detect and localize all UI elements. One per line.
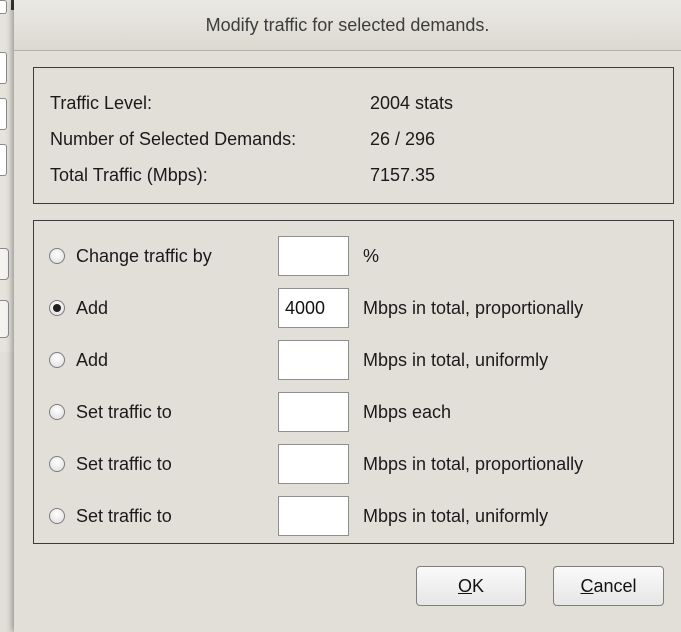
add-proportionally-input[interactable] — [278, 288, 349, 328]
radio-add-proportionally[interactable] — [49, 300, 65, 316]
option-set-traffic-each[interactable]: Set traffic to Mbps each — [34, 392, 675, 432]
selected-demands-value: 26 / 296 — [370, 129, 436, 149]
add-uniformly-input[interactable] — [278, 340, 349, 380]
cancel-label-rest: ancel — [593, 576, 637, 596]
background-text-field[interactable] — [0, 144, 7, 176]
radio-change-traffic-by[interactable] — [49, 248, 65, 264]
option-add-uniformly[interactable]: Add Mbps in total, uniformly — [34, 340, 675, 380]
option-label[interactable]: Set traffic to — [76, 453, 172, 475]
background-text-field[interactable] — [0, 0, 7, 14]
option-label[interactable]: Set traffic to — [76, 505, 172, 527]
change-traffic-percent-input[interactable] — [278, 236, 349, 276]
dialog-title: Modify traffic for selected demands. — [14, 0, 681, 51]
option-label[interactable]: Change traffic by — [76, 245, 212, 267]
set-traffic-proportionally-input[interactable] — [278, 444, 349, 484]
option-unit: % — [363, 246, 380, 266]
set-traffic-each-input[interactable] — [278, 392, 349, 432]
total-traffic-label: Total Traffic (Mbps): — [50, 165, 208, 185]
background-text-field[interactable] — [0, 98, 7, 130]
option-unit: Mbps in total, uniformly — [363, 506, 549, 526]
option-label[interactable]: Add — [76, 349, 108, 371]
modify-traffic-dialog: Modify traffic for selected demands. Tra… — [14, 0, 681, 632]
option-label[interactable]: Add — [76, 297, 108, 319]
option-unit: Mbps in total, proportionally — [363, 454, 584, 474]
option-change-traffic-percent[interactable]: Change traffic by % — [34, 236, 675, 276]
ok-label-rest: K — [472, 576, 485, 596]
option-unit: Mbps in total, proportionally — [363, 298, 584, 318]
background-button[interactable] — [0, 248, 9, 280]
ok-button[interactable]: OK — [416, 566, 526, 606]
radio-add-uniformly[interactable] — [49, 352, 65, 368]
selected-demands-label: Number of Selected Demands: — [50, 129, 297, 149]
cancel-mnemonic: C — [580, 576, 594, 596]
traffic-level-value: 2004 stats — [370, 93, 454, 113]
traffic-level-label: Traffic Level: — [50, 93, 153, 113]
radio-set-traffic-uniformly[interactable] — [49, 508, 65, 524]
background-text-field[interactable] — [0, 52, 7, 84]
radio-set-traffic-each[interactable] — [49, 404, 65, 420]
traffic-info-panel: Traffic Level: 2004 stats Number of Sele… — [33, 67, 674, 204]
total-traffic-value: 7157.35 — [370, 165, 436, 185]
radio-set-traffic-proportionally[interactable] — [49, 456, 65, 472]
traffic-options-panel: Change traffic by % Add Mbps in total, p… — [33, 220, 674, 544]
option-set-traffic-uniformly[interactable]: Set traffic to Mbps in total, uniformly — [34, 496, 675, 536]
background-button[interactable] — [0, 300, 9, 338]
set-traffic-uniformly-input[interactable] — [278, 496, 349, 536]
option-label[interactable]: Set traffic to — [76, 401, 172, 423]
ok-mnemonic: O — [457, 576, 472, 596]
option-add-proportionally[interactable]: Add Mbps in total, proportionally — [34, 288, 675, 328]
option-unit: Mbps in total, uniformly — [363, 350, 549, 370]
cancel-button[interactable]: Cancel — [553, 566, 664, 606]
background-window — [0, 0, 15, 352]
option-unit: Mbps each — [363, 402, 452, 422]
option-set-traffic-proportionally[interactable]: Set traffic to Mbps in total, proportion… — [34, 444, 675, 484]
